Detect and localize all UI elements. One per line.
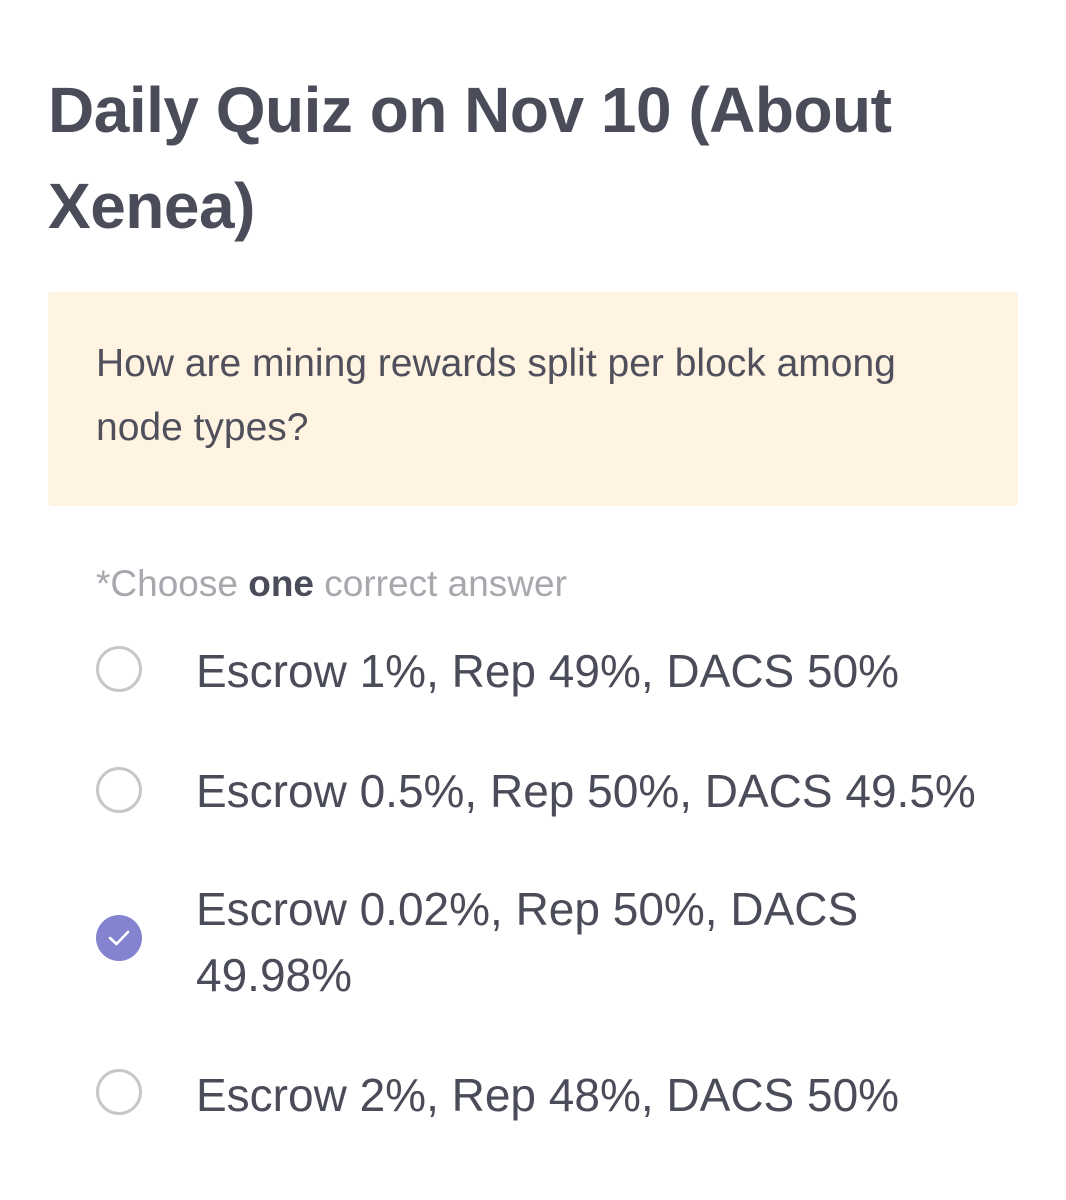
- answer-option-label[interactable]: Escrow 0.5%, Rep 50%, DACS 49.5%: [196, 758, 1026, 824]
- answer-option-4[interactable]: Escrow 2%, Rep 48%, DACS 50%: [96, 1062, 1046, 1132]
- answer-option-label[interactable]: Escrow 1%, Rep 49%, DACS 50%: [196, 638, 1026, 704]
- question-card: How are mining rewards split per block a…: [48, 292, 1018, 506]
- radio-unchecked-icon[interactable]: [96, 1069, 142, 1115]
- instruction-emphasis: one: [248, 563, 314, 604]
- radio-checked-icon[interactable]: [96, 915, 142, 961]
- answer-option-3[interactable]: Escrow 0.02%, Rep 50%, DACS 49.98%: [96, 876, 1046, 1008]
- radio-unchecked-icon[interactable]: [96, 767, 142, 813]
- answer-option-label[interactable]: Escrow 2%, Rep 48%, DACS 50%: [196, 1062, 1026, 1128]
- instruction-prefix: *Choose: [96, 563, 249, 604]
- checkmark-icon: [108, 930, 130, 946]
- instruction-suffix: correct answer: [314, 563, 567, 604]
- answer-option-2[interactable]: Escrow 0.5%, Rep 50%, DACS 49.5%: [96, 756, 1046, 826]
- answer-option-1[interactable]: Escrow 1%, Rep 49%, DACS 50%: [96, 636, 1046, 706]
- radio-unchecked-icon[interactable]: [96, 646, 142, 692]
- quiz-title: Daily Quiz on Nov 10 (About Xenea): [48, 74, 892, 242]
- answer-instruction: *Choose one correct answer: [96, 560, 567, 608]
- answer-option-label[interactable]: Escrow 0.02%, Rep 50%, DACS 49.98%: [196, 876, 1026, 1008]
- quiz-page: Daily Quiz on Nov 10 (About Xenea) How a…: [0, 0, 1066, 1200]
- question-text: How are mining rewards split per block a…: [96, 342, 896, 449]
